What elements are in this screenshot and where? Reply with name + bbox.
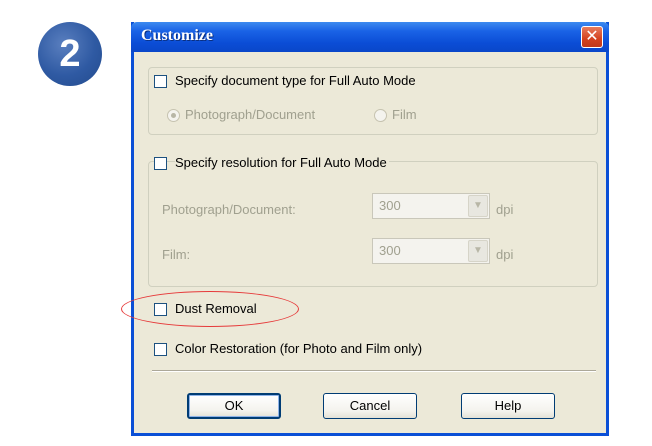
step-number-badge: 2 xyxy=(38,22,102,86)
chevron-down-icon[interactable]: ▼ xyxy=(468,240,488,262)
close-button[interactable]: ✕ xyxy=(581,26,603,48)
photo-resolution-unit: dpi xyxy=(496,202,514,217)
doc-type-checkbox-label[interactable]: Specify document type for Full Auto Mode xyxy=(175,73,418,88)
film-resolution-unit: dpi xyxy=(496,247,514,262)
radio-photograph-document[interactable] xyxy=(167,109,180,122)
photo-resolution-label: Photograph/Document: xyxy=(162,202,296,217)
radio-film-label[interactable]: Film xyxy=(392,107,417,122)
dialog-title: Customize xyxy=(141,27,213,44)
resolution-group xyxy=(148,161,598,287)
radio-photograph-document-label[interactable]: Photograph/Document xyxy=(185,107,315,122)
chevron-down-icon[interactable]: ▼ xyxy=(468,195,488,217)
close-icon: ✕ xyxy=(585,28,599,45)
radio-selected-dot xyxy=(171,113,176,118)
customize-dialog: Customize ✕ Specify document type for Fu… xyxy=(131,22,609,436)
dust-removal-highlight xyxy=(121,291,299,327)
film-resolution-select[interactable]: 300 ▼ xyxy=(372,238,490,264)
resolution-checkbox-label[interactable]: Specify resolution for Full Auto Mode xyxy=(175,155,389,170)
radio-film[interactable] xyxy=(374,109,387,122)
film-resolution-value: 300 xyxy=(379,243,401,258)
ok-button[interactable]: OK xyxy=(187,393,281,419)
separator xyxy=(152,370,596,372)
step-number: 2 xyxy=(59,32,81,75)
photo-resolution-select[interactable]: 300 ▼ xyxy=(372,193,490,219)
resolution-checkbox[interactable] xyxy=(154,157,167,170)
help-button[interactable]: Help xyxy=(461,393,555,419)
photo-resolution-value: 300 xyxy=(379,198,401,213)
color-restoration-checkbox[interactable] xyxy=(154,343,167,356)
title-bar[interactable]: Customize ✕ xyxy=(131,22,609,52)
cancel-button[interactable]: Cancel xyxy=(323,393,417,419)
color-restoration-label[interactable]: Color Restoration (for Photo and Film on… xyxy=(175,341,422,356)
film-resolution-label: Film: xyxy=(162,247,191,262)
doc-type-checkbox[interactable] xyxy=(154,75,167,88)
